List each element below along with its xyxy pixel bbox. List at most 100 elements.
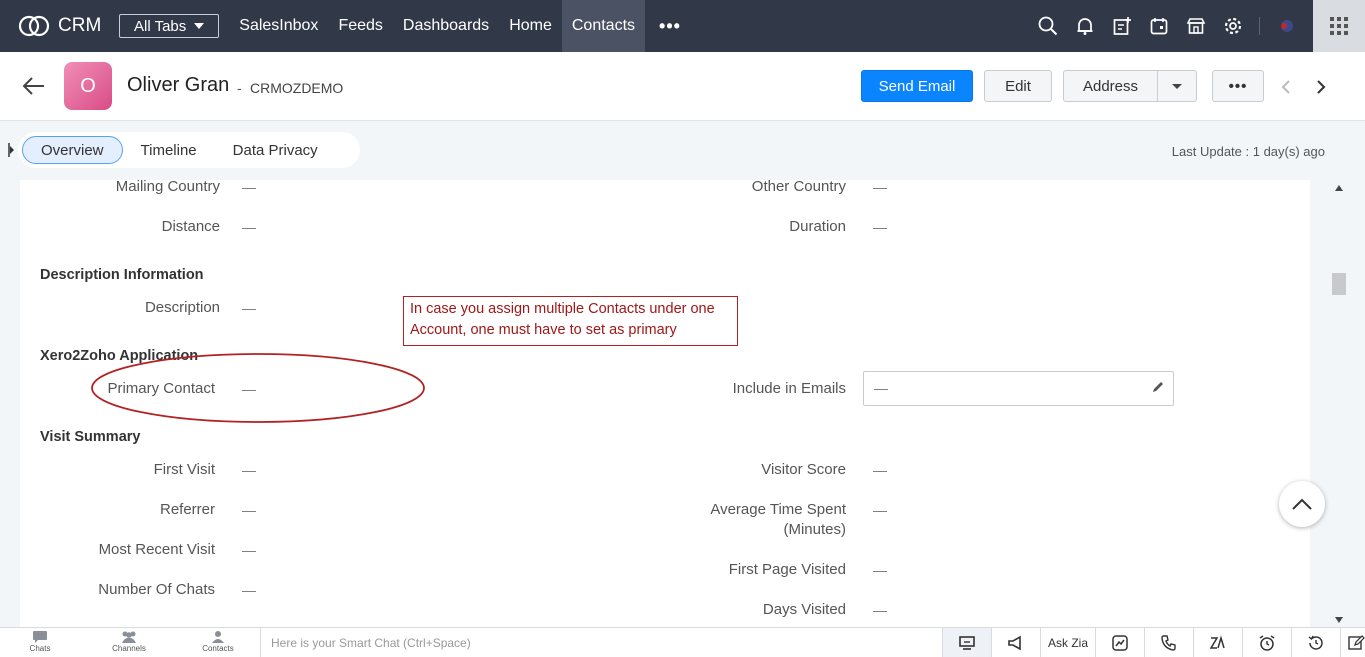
chevron-up-icon	[1292, 498, 1312, 510]
scroll-to-top-button[interactable]	[1279, 481, 1325, 527]
days-visited-value: —	[873, 602, 887, 618]
all-tabs-dropdown[interactable]: All Tabs	[119, 14, 220, 38]
create-record-button[interactable]	[1103, 0, 1140, 52]
bell-icon	[1077, 18, 1092, 35]
monitor-icon	[959, 636, 975, 650]
calendar-icon	[1150, 18, 1167, 35]
contacts-button[interactable]: Contacts	[188, 630, 248, 653]
nav-item-salesinbox[interactable]: SalesInbox	[229, 0, 328, 52]
apps-button[interactable]	[1313, 0, 1365, 52]
distance-value: —	[242, 219, 256, 235]
store-icon	[1186, 18, 1205, 34]
record-tabs: Overview Timeline Data Privacy	[18, 132, 360, 168]
ask-zia-button[interactable]: Ask Zia	[1040, 628, 1095, 657]
phone-icon	[1161, 635, 1176, 651]
other-country-value: —	[873, 180, 887, 195]
alarm-clock-icon	[1259, 635, 1275, 651]
calls-button[interactable]	[1144, 628, 1193, 657]
first-visit-value: —	[242, 462, 256, 478]
contact-avatar: O	[64, 62, 112, 110]
avatar-icon	[1280, 20, 1293, 32]
annotation-ellipse	[91, 353, 425, 423]
pencil-icon[interactable]	[1151, 380, 1165, 394]
channels-label: Channels	[112, 644, 146, 653]
nav-item-home[interactable]: Home	[499, 0, 562, 52]
bottom-tools: Ask Zia	[942, 628, 1365, 657]
reminders-button[interactable]	[1242, 628, 1291, 657]
nav-divider	[1259, 17, 1260, 35]
record-header: O Oliver Gran - CRMOZDEMO Send Email Edi…	[0, 52, 1365, 121]
annotation-note: In case you assign multiple Contacts und…	[403, 296, 738, 346]
include-in-emails-field[interactable]: —	[863, 371, 1174, 406]
chats-button[interactable]: Chats	[10, 630, 70, 653]
nav-items: SalesInbox Feeds Dashboards Home Contact…	[229, 0, 695, 52]
previous-record-icon[interactable]	[1279, 79, 1293, 95]
address-button[interactable]: Address	[1063, 70, 1158, 102]
duration-label: Duration	[789, 218, 846, 235]
tab-overview[interactable]: Overview	[22, 136, 123, 164]
marketplace-button[interactable]	[1177, 0, 1214, 52]
scroll-up-icon[interactable]	[1335, 185, 1343, 191]
referrer-value: —	[242, 502, 256, 518]
description-label: Description	[144, 299, 220, 316]
record-subtitle: CRMOZDEMO	[250, 80, 344, 96]
duration-value: —	[873, 219, 887, 235]
tab-data-privacy[interactable]: Data Privacy	[215, 136, 336, 164]
include-in-emails-value: —	[874, 380, 888, 396]
scroll-thumb[interactable]	[1332, 273, 1346, 295]
announcements-button[interactable]	[991, 628, 1040, 657]
visitor-score-label: Visitor Score	[761, 461, 846, 478]
more-actions-button[interactable]: •••	[1212, 70, 1264, 102]
distance-label: Distance	[161, 218, 220, 235]
description-section-title: Description Information	[40, 267, 204, 283]
visit-summary-section-title: Visit Summary	[40, 429, 141, 445]
record-details: Mailing Country — Other Country — Distan…	[20, 180, 1310, 627]
chats-label: Chats	[29, 644, 51, 653]
all-tabs-label: All Tabs	[134, 17, 187, 35]
back-arrow-icon[interactable]	[22, 76, 46, 96]
settings-button[interactable]	[1214, 0, 1251, 52]
chat-icon	[33, 631, 47, 643]
vertical-scrollbar[interactable]	[1330, 180, 1350, 627]
nav-more-button[interactable]: •••	[645, 0, 695, 52]
recent-items-button[interactable]	[1291, 628, 1340, 657]
days-visited-label: Days Visited	[762, 601, 846, 618]
send-email-button[interactable]: Send Email	[861, 70, 973, 102]
address-dropdown-button[interactable]	[1157, 70, 1197, 102]
analytics-button[interactable]	[1095, 628, 1144, 657]
crm-logo-icon	[18, 15, 50, 37]
notifications-button[interactable]	[1066, 0, 1103, 52]
first-visit-label: First Visit	[153, 461, 215, 478]
chevron-down-icon	[1172, 83, 1182, 89]
translate-button[interactable]	[1193, 628, 1242, 657]
crm-logo[interactable]: CRM	[18, 15, 118, 37]
avg-time-value: —	[873, 502, 887, 518]
next-record-icon[interactable]	[1314, 79, 1328, 95]
chevron-down-icon	[194, 23, 205, 29]
channels-button[interactable]: Channels	[99, 630, 159, 653]
top-nav: CRM All Tabs SalesInbox Feeds Dashboards…	[0, 0, 1365, 52]
screen-share-button[interactable]	[942, 628, 991, 657]
megaphone-icon	[1008, 635, 1021, 651]
sidebar-toggle-icon[interactable]	[8, 143, 14, 157]
nav-item-dashboards[interactable]: Dashboards	[393, 0, 499, 52]
number-of-chats-label: Number Of Chats	[98, 581, 215, 598]
nav-icons	[1029, 0, 1365, 52]
edit-button[interactable]: Edit	[984, 70, 1052, 102]
mailing-country-value: —	[242, 180, 256, 195]
referrer-label: Referrer	[159, 501, 215, 518]
avg-time-label-line1: Average Time Spent	[710, 501, 846, 518]
grid-icon	[1330, 17, 1348, 35]
tab-timeline[interactable]: Timeline	[123, 136, 215, 164]
search-button[interactable]	[1029, 0, 1066, 52]
nav-item-feeds[interactable]: Feeds	[328, 0, 392, 52]
description-value: —	[242, 300, 256, 316]
record-separator: -	[237, 80, 242, 96]
edit-layout-button[interactable]	[1340, 628, 1365, 657]
nav-item-contacts[interactable]: Contacts	[561, 0, 646, 52]
smart-chat-input[interactable]: Here is your Smart Chat (Ctrl+Space)	[260, 628, 942, 657]
user-profile-button[interactable]	[1268, 0, 1305, 52]
contacts-label: Contacts	[202, 644, 234, 653]
scroll-down-icon[interactable]	[1335, 617, 1343, 623]
calendar-button[interactable]	[1140, 0, 1177, 52]
